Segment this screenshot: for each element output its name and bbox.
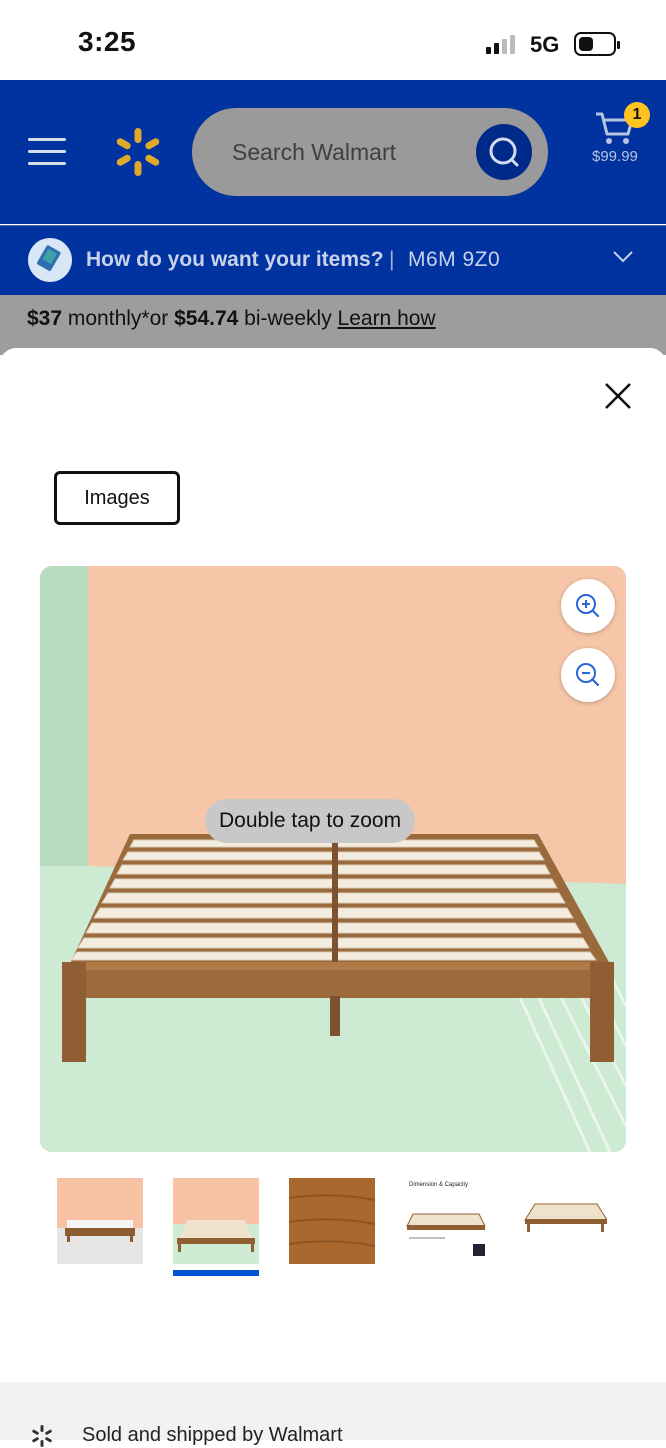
postal-code: M6M 9Z0 bbox=[408, 248, 501, 271]
zoom-out-icon bbox=[576, 663, 600, 687]
biweekly-amount: $54.74 bbox=[174, 307, 239, 330]
thumbnail-dimension-capacity[interactable]: Dimension & Capacity bbox=[405, 1178, 491, 1264]
bed-frame-image bbox=[40, 566, 626, 1152]
cart-count-badge: 1 bbox=[624, 102, 650, 128]
seller-text: Sold and shipped by Walmart bbox=[82, 1424, 343, 1446]
learn-how-link[interactable]: Learn how bbox=[338, 307, 436, 330]
signal-icon bbox=[486, 34, 515, 54]
seller-info: Sold and shipped by Walmart bbox=[0, 1382, 666, 1447]
thumbnail-bed-frame-pink-wall[interactable] bbox=[173, 1178, 259, 1264]
cart-button[interactable]: 1 $99.99 bbox=[590, 102, 650, 178]
thumbnail-wood-texture[interactable] bbox=[289, 1178, 375, 1264]
walmart-spark-logo[interactable] bbox=[112, 126, 164, 178]
delivery-icon bbox=[28, 238, 72, 282]
fulfillment-selector[interactable]: How do you want your items? | M6M 9Z0 bbox=[0, 225, 666, 295]
image-viewer-sheet: Images Double tap to zoom Dimension & Ca… bbox=[0, 348, 666, 1447]
tab-images[interactable]: Images bbox=[54, 471, 180, 525]
menu-icon[interactable] bbox=[28, 136, 68, 168]
battery-icon bbox=[574, 32, 620, 56]
biweekly-text: bi-weekly bbox=[238, 307, 338, 330]
fulfillment-question: How do you want your items? bbox=[86, 248, 384, 271]
search-icon bbox=[489, 137, 519, 167]
thumbnail-bed-frame-angle[interactable] bbox=[521, 1178, 607, 1264]
zoom-in-icon bbox=[576, 594, 600, 618]
network-label: 5G bbox=[530, 32, 560, 57]
zoom-hint: Double tap to zoom bbox=[205, 799, 416, 843]
status-bar: 3:25 5G bbox=[0, 0, 666, 80]
zoom-in-button[interactable] bbox=[561, 579, 615, 633]
app-header: 1 $99.99 bbox=[0, 80, 666, 224]
thumbnail-strip: Dimension & Capacity bbox=[56, 1178, 616, 1278]
thumbnail-caption: Dimension & Capacity bbox=[409, 1182, 468, 1188]
chevron-down-icon bbox=[613, 251, 633, 263]
search-button[interactable] bbox=[476, 124, 532, 180]
status-time: 3:25 bbox=[78, 26, 137, 57]
search-bar bbox=[192, 108, 548, 196]
monthly-amount: $37 bbox=[27, 307, 63, 330]
thumbnail-bed-with-mattress[interactable] bbox=[57, 1178, 143, 1264]
close-icon[interactable] bbox=[600, 378, 636, 414]
main-product-image[interactable]: Double tap to zoom bbox=[40, 566, 626, 1152]
walmart-spark-icon bbox=[32, 1425, 52, 1447]
zoom-out-button[interactable] bbox=[561, 648, 615, 702]
separator: | bbox=[389, 248, 395, 271]
cart-total: $99.99 bbox=[592, 148, 638, 165]
financing-banner: $37 monthly*or $54.74 bi-weekly Learn ho… bbox=[0, 295, 666, 355]
search-input[interactable] bbox=[232, 134, 462, 170]
selected-thumbnail-indicator bbox=[173, 1270, 259, 1276]
monthly-text: monthly*or bbox=[62, 307, 175, 330]
